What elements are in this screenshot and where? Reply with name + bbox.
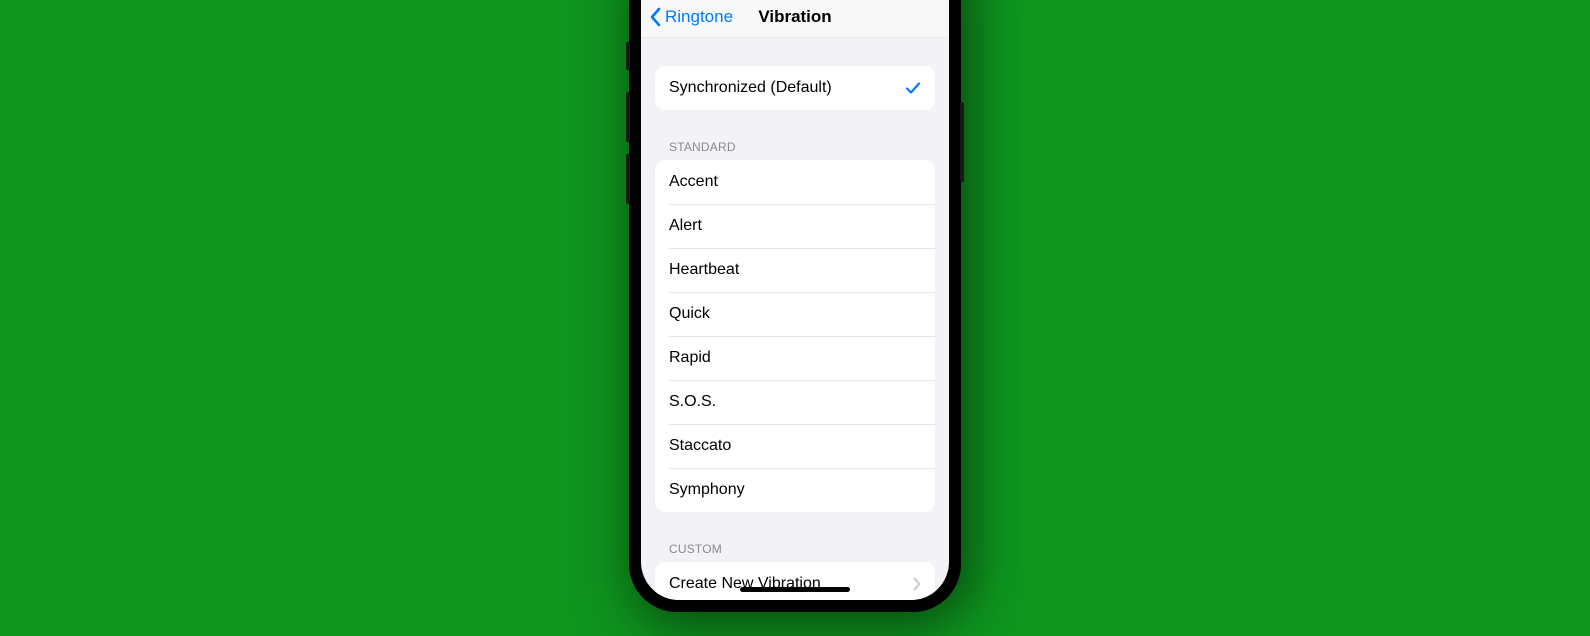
row-label: Alert xyxy=(669,217,921,235)
standard-group: Accent Alert Heartbeat Quick Rapid xyxy=(655,160,935,512)
vibration-row-synchronized[interactable]: Synchronized (Default) xyxy=(655,66,935,110)
row-label: Rapid xyxy=(669,349,921,367)
row-label: Symphony xyxy=(669,481,921,499)
vibration-row-quick[interactable]: Quick xyxy=(655,292,935,336)
mute-switch xyxy=(626,42,630,70)
vibration-row-sos[interactable]: S.O.S. xyxy=(655,380,935,424)
vibration-row-rapid[interactable]: Rapid xyxy=(655,336,935,380)
row-label: Heartbeat xyxy=(669,261,921,279)
back-label: Ringtone xyxy=(665,7,733,27)
default-group: Synchronized (Default) xyxy=(655,66,935,110)
vibration-row-staccato[interactable]: Staccato xyxy=(655,424,935,468)
chevron-right-icon xyxy=(913,577,921,591)
home-indicator[interactable] xyxy=(740,587,850,592)
vibration-row-accent[interactable]: Accent xyxy=(655,160,935,204)
standard-list: Accent Alert Heartbeat Quick Rapid xyxy=(655,160,935,512)
phone-frame: Ringtone Vibration Synchronized (Default… xyxy=(629,0,961,612)
standard-header: Standard xyxy=(655,134,935,160)
screen: Ringtone Vibration Synchronized (Default… xyxy=(641,0,949,600)
default-list: Synchronized (Default) xyxy=(655,66,935,110)
volume-up-button xyxy=(626,92,630,142)
row-label: Accent xyxy=(669,173,921,191)
row-label: Quick xyxy=(669,305,921,323)
check-icon xyxy=(905,80,921,96)
custom-group: Create New Vibration xyxy=(655,562,935,600)
row-label: Staccato xyxy=(669,437,921,455)
vibration-row-symphony[interactable]: Symphony xyxy=(655,468,935,512)
custom-list: Create New Vibration xyxy=(655,562,935,600)
vibration-row-heartbeat[interactable]: Heartbeat xyxy=(655,248,935,292)
create-new-vibration-row[interactable]: Create New Vibration xyxy=(655,562,935,600)
content-scroll[interactable]: Synchronized (Default) Standard Accent xyxy=(641,38,949,600)
chevron-left-icon xyxy=(649,7,661,27)
row-label: S.O.S. xyxy=(669,393,921,411)
page-title: Vibration xyxy=(758,7,831,27)
row-label: Synchronized (Default) xyxy=(669,79,905,97)
navigation-bar: Ringtone Vibration xyxy=(641,0,949,38)
power-button xyxy=(960,102,964,182)
volume-down-button xyxy=(626,154,630,204)
back-button[interactable]: Ringtone xyxy=(649,7,733,27)
vibration-row-alert[interactable]: Alert xyxy=(655,204,935,248)
custom-header: Custom xyxy=(655,536,935,562)
